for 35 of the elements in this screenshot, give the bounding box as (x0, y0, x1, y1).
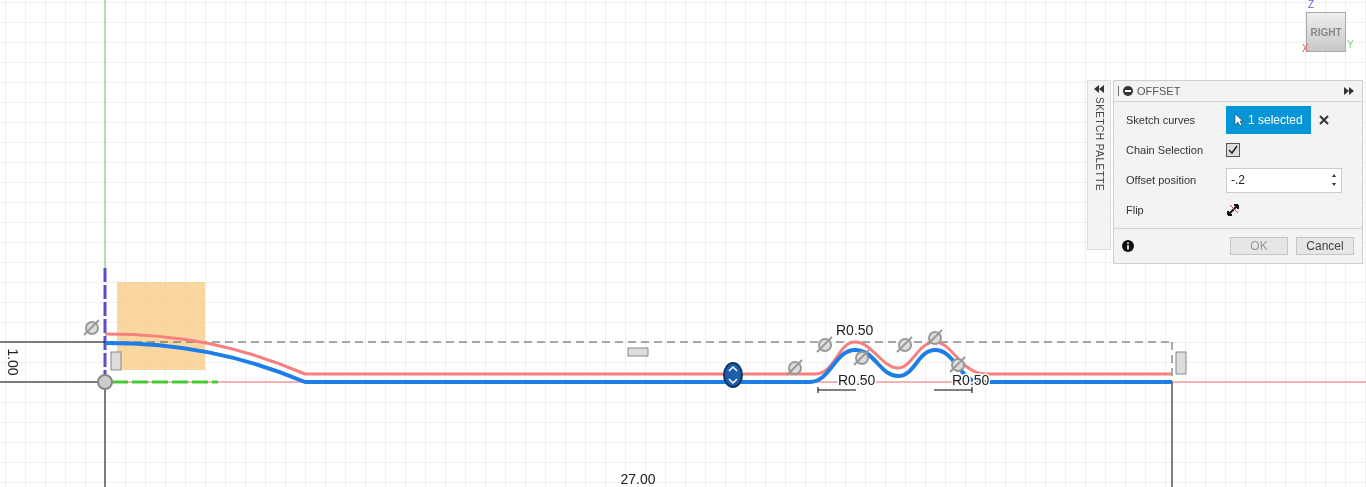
field-label: Sketch curves (1126, 112, 1197, 128)
palette-label: SKETCH PALETTE (1092, 97, 1106, 192)
constraint-icon[interactable] (816, 336, 833, 353)
constraint-icon[interactable] (926, 329, 943, 346)
clear-selection-icon[interactable] (1318, 115, 1331, 125)
dimension-line (933, 386, 973, 394)
dimension-text[interactable]: R0.50 (838, 372, 876, 388)
dialog-title: OFFSET (1137, 83, 1181, 99)
constraint-icon[interactable] (83, 319, 100, 336)
collapse-icon[interactable] (1123, 86, 1133, 96)
axis-label: X (1302, 44, 1309, 54)
checkbox[interactable] (1226, 143, 1240, 157)
dialog-button[interactable]: Cancel (1296, 237, 1354, 255)
field-label: Offset position (1126, 172, 1198, 188)
flip-icon[interactable] (1226, 203, 1240, 217)
dimension-line (817, 386, 857, 394)
constraint-icon[interactable] (896, 336, 913, 353)
collapse-left-icon[interactable] (1094, 85, 1104, 93)
dimension-text[interactable]: R0.50 (836, 322, 874, 338)
constraint-icon[interactable] (853, 349, 870, 366)
axis-label: Y (1347, 40, 1354, 50)
field-label: Flip (1126, 202, 1145, 218)
dimension-text[interactable]: 27.00 (620, 471, 656, 487)
profile-curve[interactable] (104, 341, 1172, 384)
cursor-icon (1234, 113, 1244, 127)
offset-input[interactable]: -.2 (1226, 167, 1342, 193)
constraint-icon[interactable] (786, 359, 803, 376)
dimension-text[interactable]: 1.00 (5, 348, 21, 376)
constraint-icon[interactable] (949, 356, 966, 373)
axis-label: Z (1308, 0, 1315, 10)
expand-icon[interactable] (1344, 87, 1354, 95)
info-icon[interactable] (1122, 240, 1134, 252)
field-label: Chain Selection (1126, 142, 1205, 158)
origin-point[interactable] (97, 374, 113, 390)
sketch-palette-tab[interactable]: SKETCH PALETTE (1087, 80, 1111, 250)
